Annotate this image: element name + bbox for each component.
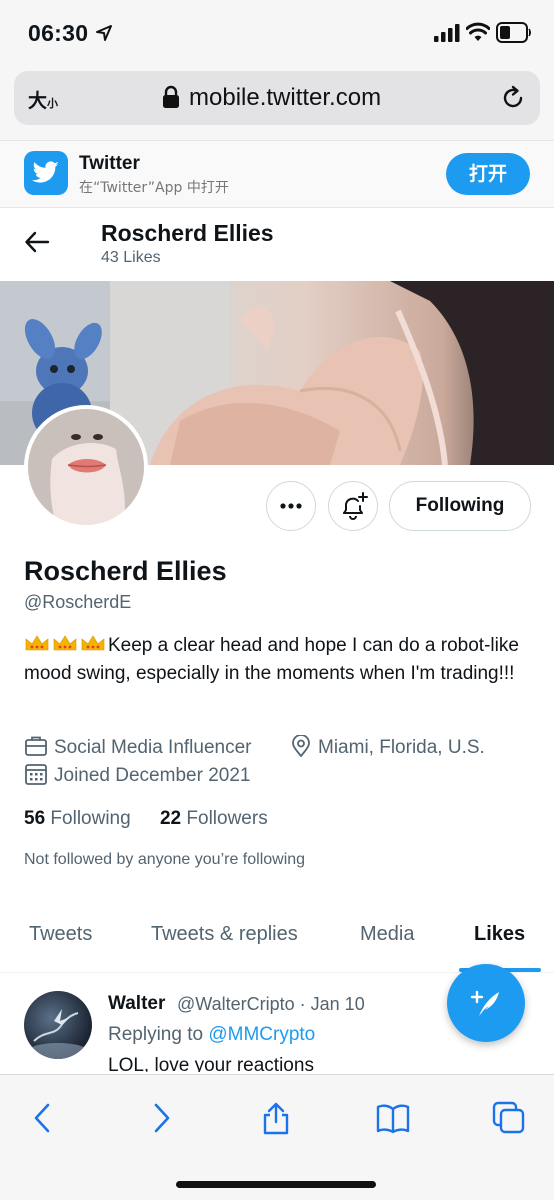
text-size-large-glyph: 大 <box>28 90 48 112</box>
profile-name: Roscherd Ellies <box>24 556 227 586</box>
url-text[interactable]: mobile.twitter.com <box>189 84 381 112</box>
tab-tweets[interactable]: Tweets <box>29 923 92 946</box>
bookmarks-icon[interactable] <box>376 1101 410 1135</box>
avatar-image <box>28 1009 88 1059</box>
forward-icon[interactable] <box>144 1101 178 1135</box>
following-count-link[interactable]: 56 Following <box>24 808 131 829</box>
open-app-button[interactable]: 打开 <box>446 153 530 195</box>
more-options-button[interactable] <box>266 481 316 531</box>
app-subtitle: 在“Twitter”App 中打开 <box>79 180 229 196</box>
category-text: Social Media Influencer <box>54 737 252 758</box>
follow-counts: 56 Following 22 Followers <box>24 808 268 830</box>
tweet-date[interactable]: Jan 10 <box>311 994 365 1014</box>
following-count: 56 <box>24 808 46 829</box>
profile-joined: Joined December 2021 <box>24 763 250 787</box>
following-label: Following <box>50 808 131 829</box>
compose-tweet-button[interactable] <box>447 964 525 1042</box>
tweet-replying-to: Replying to @MMCrypto <box>108 1024 315 1046</box>
twitter-bird-icon <box>24 151 68 195</box>
location-pin-icon <box>292 734 310 758</box>
browser-toolbar: 大小 mobile.twitter.com <box>0 66 554 140</box>
calendar-icon <box>25 764 47 785</box>
tweet-separator: · <box>299 994 306 1014</box>
status-bar: 06:30 <box>0 0 554 66</box>
crown-icon <box>25 635 105 651</box>
tweet-author-name[interactable]: Walter <box>108 993 165 1015</box>
header-likes-count: 43 Likes <box>101 249 161 266</box>
battery-icon <box>496 22 531 43</box>
joined-text: Joined December 2021 <box>54 765 251 786</box>
tweet-author-handle[interactable]: @WalterCripto <box>177 994 295 1014</box>
lock-icon <box>163 85 179 108</box>
wifi-icon <box>466 22 490 41</box>
profile-category: Social Media Influencer <box>24 735 252 759</box>
briefcase-icon <box>25 736 47 756</box>
tab-likes[interactable]: Likes <box>474 923 525 946</box>
back-arrow-icon[interactable] <box>24 230 50 254</box>
text-size-small-glyph: 小 <box>47 97 59 110</box>
cellular-signal-icon <box>434 24 460 42</box>
followers-count: 22 <box>159 808 182 829</box>
tab-media[interactable]: Media <box>360 923 414 946</box>
back-icon[interactable] <box>26 1101 60 1135</box>
text-size-button[interactable]: 大小 <box>28 86 58 113</box>
not-followed-notice: Not followed by anyone you’re following <box>24 851 306 868</box>
tweet-meta: @WalterCripto · Jan 10 <box>177 994 365 1015</box>
profile-header: Roscherd Ellies 43 Likes <box>0 208 554 280</box>
address-bar[interactable]: 大小 mobile.twitter.com <box>14 71 540 125</box>
browser-bottom-bar <box>0 1074 554 1200</box>
header-name: Roscherd Ellies <box>101 220 274 246</box>
compose-feather-icon <box>470 990 499 1016</box>
replying-to-handle[interactable]: @MMCrypto <box>208 1024 315 1045</box>
followers-label: Followers <box>186 808 268 829</box>
profile-tabs: Tweets Tweets & replies Media Likes <box>0 905 554 973</box>
profile-location: Miami, Florida, U.S. <box>290 734 485 759</box>
home-indicator <box>176 1181 376 1188</box>
tweet-text-container: LOL, love your reactions <box>108 1052 528 1072</box>
profile-handle: @RoscherdE <box>24 592 132 612</box>
followers-count-link[interactable]: 22 Followers <box>160 808 268 829</box>
reload-icon[interactable] <box>499 84 527 112</box>
app-name: Twitter <box>79 153 140 174</box>
location-text: Miami, Florida, U.S. <box>318 737 485 758</box>
bell-plus-icon <box>343 492 368 520</box>
following-button[interactable]: Following <box>389 481 531 531</box>
open-in-app-banner: Twitter 在“Twitter”App 中打开 打开 <box>0 140 554 208</box>
tabs-icon[interactable] <box>492 1101 526 1135</box>
tweet-text: LOL, love your reactions <box>108 1055 314 1072</box>
profile-bio: Keep a clear head and hope I can do a ro… <box>24 632 530 688</box>
replying-prefix: Replying to <box>108 1024 204 1045</box>
status-time: 06:30 <box>28 20 89 46</box>
profile-avatar[interactable] <box>24 405 148 529</box>
location-arrow-icon <box>96 25 112 41</box>
tab-tweets-replies[interactable]: Tweets & replies <box>151 923 298 946</box>
tweet-author-avatar[interactable] <box>24 991 92 1059</box>
share-icon[interactable] <box>259 1101 293 1135</box>
notifications-button[interactable] <box>328 481 378 531</box>
avatar-illustration <box>28 409 144 525</box>
ellipsis-icon <box>280 503 302 509</box>
